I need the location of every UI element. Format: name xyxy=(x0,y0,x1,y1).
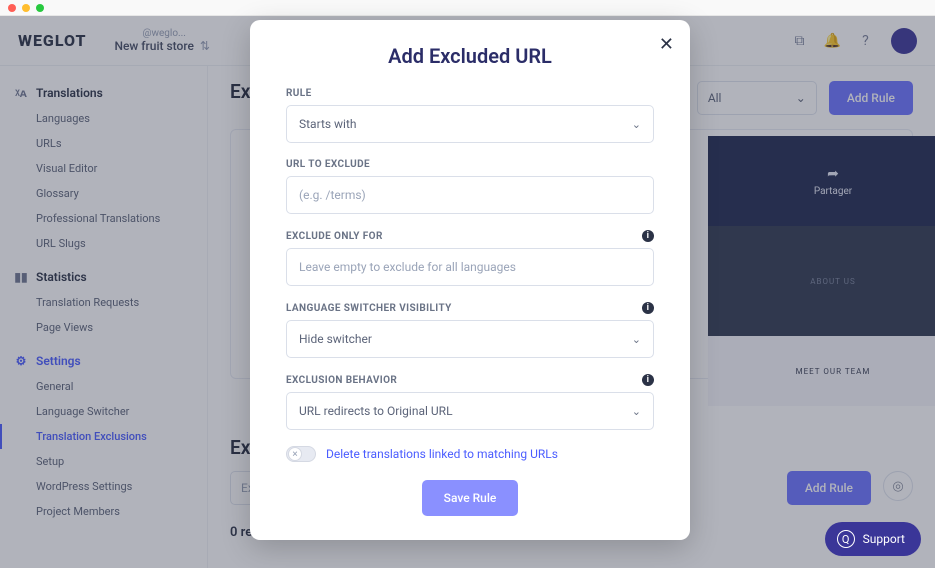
info-icon[interactable]: i xyxy=(642,302,654,314)
chevron-down-icon: ⌄ xyxy=(632,405,641,418)
delete-translations-row: Delete translations linked to matching U… xyxy=(286,446,654,462)
behavior-select[interactable]: URL redirects to Original URL⌄ xyxy=(286,392,654,430)
label-exclude: EXCLUDE ONLY FORi xyxy=(286,230,654,242)
maximize-window-dot[interactable] xyxy=(36,4,44,12)
label-rule: RULE xyxy=(286,88,654,99)
window-chrome xyxy=(0,0,935,16)
app-root: WEGLOT @weglo... New fruit store ⇅ Overv… xyxy=(0,16,935,568)
support-button[interactable]: Q Support xyxy=(825,522,921,556)
save-rule-button[interactable]: Save Rule xyxy=(422,480,519,516)
label-url: URL TO EXCLUDE xyxy=(286,159,654,170)
label-behavior: EXCLUSION BEHAVIORi xyxy=(286,374,654,386)
support-icon: Q xyxy=(837,530,855,548)
label-switcher: LANGUAGE SWITCHER VISIBILITYi xyxy=(286,302,654,314)
info-icon[interactable]: i xyxy=(642,230,654,242)
url-input[interactable] xyxy=(286,176,654,214)
modal-title: Add Excluded URL xyxy=(286,44,654,68)
url-field[interactable] xyxy=(299,188,641,202)
chevron-down-icon: ⌄ xyxy=(632,333,641,346)
add-excluded-url-modal: ✕ Add Excluded URL RULE Starts with⌄ URL… xyxy=(250,20,690,540)
toggle-label: Delete translations linked to matching U… xyxy=(326,447,558,461)
close-window-dot[interactable] xyxy=(8,4,16,12)
exclude-input[interactable] xyxy=(286,248,654,286)
rule-select[interactable]: Starts with⌄ xyxy=(286,105,654,143)
minimize-window-dot[interactable] xyxy=(22,4,30,12)
support-label: Support xyxy=(863,532,905,546)
info-icon[interactable]: i xyxy=(642,374,654,386)
chevron-down-icon: ⌄ xyxy=(632,118,641,131)
close-icon[interactable]: ✕ xyxy=(659,34,674,55)
exclude-field[interactable] xyxy=(299,260,641,274)
delete-translations-toggle[interactable] xyxy=(286,446,316,462)
switcher-select[interactable]: Hide switcher⌄ xyxy=(286,320,654,358)
